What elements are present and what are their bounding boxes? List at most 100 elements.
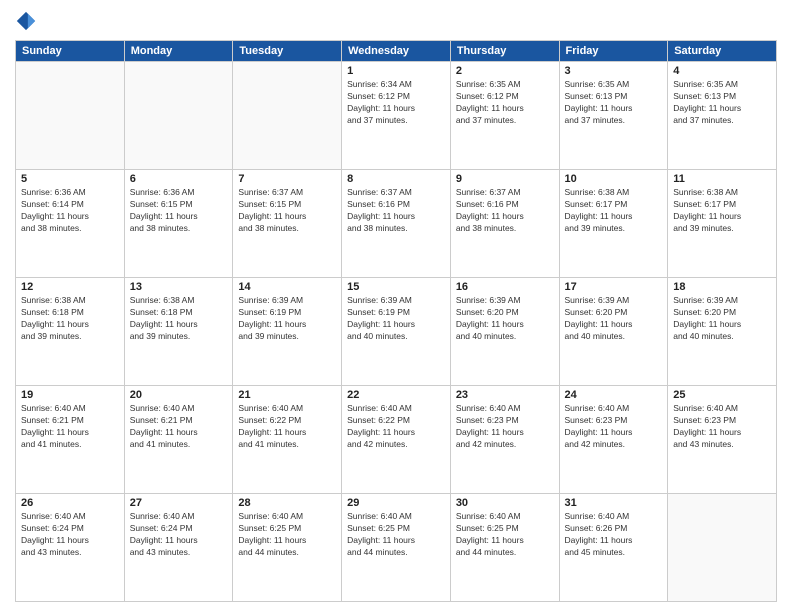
day-info: Sunrise: 6:40 AM Sunset: 6:25 PM Dayligh…: [456, 511, 554, 559]
day-number: 17: [565, 281, 663, 293]
calendar-cell: [233, 62, 342, 170]
day-info: Sunrise: 6:40 AM Sunset: 6:23 PM Dayligh…: [456, 403, 554, 451]
day-number: 26: [21, 497, 119, 509]
calendar-cell: 25Sunrise: 6:40 AM Sunset: 6:23 PM Dayli…: [668, 386, 777, 494]
day-info: Sunrise: 6:40 AM Sunset: 6:24 PM Dayligh…: [21, 511, 119, 559]
day-number: 20: [130, 389, 228, 401]
calendar-cell: 14Sunrise: 6:39 AM Sunset: 6:19 PM Dayli…: [233, 278, 342, 386]
day-number: 12: [21, 281, 119, 293]
calendar-cell: 4 Sunrise: 6:35 AM Sunset: 6:13 PM Daylig…: [668, 62, 777, 170]
day-info: Sunrise: 6:35 AM Sunset: 6:12 PM Dayligh…: [456, 79, 554, 127]
calendar-cell: 6 Sunrise: 6:36 AM Sunset: 6:15 PM Daylig…: [124, 170, 233, 278]
calendar-cell: 5 Sunrise: 6:36 AM Sunset: 6:14 PM Daylig…: [16, 170, 125, 278]
day-number: 15: [347, 281, 445, 293]
day-info: Sunrise: 6:39 AM Sunset: 6:20 PM Dayligh…: [673, 295, 771, 343]
calendar-cell: 2 Sunrise: 6:35 AM Sunset: 6:12 PM Daylig…: [450, 62, 559, 170]
day-info: Sunrise: 6:40 AM Sunset: 6:22 PM Dayligh…: [238, 403, 336, 451]
day-info: Sunrise: 6:39 AM Sunset: 6:20 PM Dayligh…: [456, 295, 554, 343]
day-info: Sunrise: 6:40 AM Sunset: 6:25 PM Dayligh…: [238, 511, 336, 559]
day-number: 18: [673, 281, 771, 293]
calendar-cell: 17 Sunrise: 6:39 AM Sunset: 6:20 PM Dayli…: [559, 278, 668, 386]
calendar-cell: 31 Sunrise: 6:40 AM Sunset: 6:26 PM Dayli…: [559, 494, 668, 602]
day-number: 27: [130, 497, 228, 509]
calendar-cell: 9 Sunrise: 6:37 AM Sunset: 6:16 PM Daylig…: [450, 170, 559, 278]
calendar-cell: 1 Sunrise: 6:34 AM Sunset: 6:12 PM Daylig…: [342, 62, 451, 170]
day-info: Sunrise: 6:38 AM Sunset: 6:17 PM Dayligh…: [673, 187, 771, 235]
day-number: 21: [238, 389, 336, 401]
calendar-cell: 19Sunrise: 6:40 AM Sunset: 6:21 PM Dayli…: [16, 386, 125, 494]
day-info: Sunrise: 6:37 AM Sunset: 6:16 PM Dayligh…: [456, 187, 554, 235]
calendar-week-0: 1 Sunrise: 6:34 AM Sunset: 6:12 PM Daylig…: [16, 62, 777, 170]
day-info: Sunrise: 6:40 AM Sunset: 6:21 PM Dayligh…: [130, 403, 228, 451]
weekday-header-wednesday: Wednesday: [342, 41, 451, 62]
calendar-cell: 23 Sunrise: 6:40 AM Sunset: 6:23 PM Dayli…: [450, 386, 559, 494]
calendar-cell: 30 Sunrise: 6:40 AM Sunset: 6:25 PM Dayli…: [450, 494, 559, 602]
day-number: 9: [456, 173, 554, 185]
weekday-header-sunday: Sunday: [16, 41, 125, 62]
day-number: 30: [456, 497, 554, 509]
day-info: Sunrise: 6:39 AM Sunset: 6:20 PM Dayligh…: [565, 295, 663, 343]
logo: [15, 10, 39, 32]
logo-icon: [15, 10, 37, 32]
day-info: Sunrise: 6:34 AM Sunset: 6:12 PM Dayligh…: [347, 79, 445, 127]
calendar-cell: 13Sunrise: 6:38 AM Sunset: 6:18 PM Dayli…: [124, 278, 233, 386]
day-number: 1: [347, 65, 445, 77]
weekday-header-thursday: Thursday: [450, 41, 559, 62]
day-number: 8: [347, 173, 445, 185]
calendar-cell: 7 Sunrise: 6:37 AM Sunset: 6:15 PM Daylig…: [233, 170, 342, 278]
day-info: Sunrise: 6:40 AM Sunset: 6:25 PM Dayligh…: [347, 511, 445, 559]
calendar-cell: 15 Sunrise: 6:39 AM Sunset: 6:19 PM Dayli…: [342, 278, 451, 386]
day-info: Sunrise: 6:39 AM Sunset: 6:19 PM Dayligh…: [347, 295, 445, 343]
day-number: 11: [673, 173, 771, 185]
day-number: 7: [238, 173, 336, 185]
day-info: Sunrise: 6:35 AM Sunset: 6:13 PM Dayligh…: [565, 79, 663, 127]
day-number: 23: [456, 389, 554, 401]
day-info: Sunrise: 6:38 AM Sunset: 6:17 PM Dayligh…: [565, 187, 663, 235]
calendar-week-3: 19 Sunrise: 6:40 AM Sunset: 6:21 PM Dayli…: [16, 386, 777, 494]
day-number: 4: [673, 65, 771, 77]
day-number: 2: [456, 65, 554, 77]
day-number: 10: [565, 173, 663, 185]
calendar-cell: 22 Sunrise: 6:40 AM Sunset: 6:22 PM Dayli…: [342, 386, 451, 494]
day-number: 16: [456, 281, 554, 293]
day-info: Sunrise: 6:39 AM Sunset: 6:19 PM Dayligh…: [238, 295, 336, 343]
calendar-cell: [16, 62, 125, 170]
weekday-header-monday: Monday: [124, 41, 233, 62]
calendar-cell: 10 Sunrise: 6:38 AM Sunset: 6:17 PM Dayli…: [559, 170, 668, 278]
day-info: Sunrise: 6:40 AM Sunset: 6:26 PM Dayligh…: [565, 511, 663, 559]
weekday-header-saturday: Saturday: [668, 41, 777, 62]
day-number: 19: [21, 389, 119, 401]
calendar-cell: 21 Sunrise: 6:40 AM Sunset: 6:22 PM Dayli…: [233, 386, 342, 494]
weekday-header-friday: Friday: [559, 41, 668, 62]
calendar-cell: 24 Sunrise: 6:40 AM Sunset: 6:23 PM Dayli…: [559, 386, 668, 494]
day-info: Sunrise: 6:40 AM Sunset: 6:22 PM Dayligh…: [347, 403, 445, 451]
calendar-week-2: 12 Sunrise: 6:38 AM Sunset: 6:18 PM Dayli…: [16, 278, 777, 386]
weekday-header-tuesday: Tuesday: [233, 41, 342, 62]
day-number: 6: [130, 173, 228, 185]
day-info: Sunrise: 6:38 AM Sunset: 6:18 PM Dayligh…: [130, 295, 228, 343]
calendar-table: SundayMondayTuesdayWednesdayThursdayFrid…: [15, 40, 777, 602]
calendar-cell: 20 Sunrise: 6:40 AM Sunset: 6:21 PM Dayli…: [124, 386, 233, 494]
calendar-cell: 3Sunrise: 6:35 AM Sunset: 6:13 PM Daylig…: [559, 62, 668, 170]
calendar-cell: [668, 494, 777, 602]
day-info: Sunrise: 6:35 AM Sunset: 6:13 PM Dayligh…: [673, 79, 771, 127]
weekday-header-row: SundayMondayTuesdayWednesdayThursdayFrid…: [16, 41, 777, 62]
page: SundayMondayTuesdayWednesdayThursdayFrid…: [0, 0, 792, 612]
calendar-week-1: 5 Sunrise: 6:36 AM Sunset: 6:14 PM Daylig…: [16, 170, 777, 278]
day-number: 24: [565, 389, 663, 401]
calendar-cell: 27Sunrise: 6:40 AM Sunset: 6:24 PM Dayli…: [124, 494, 233, 602]
day-number: 5: [21, 173, 119, 185]
day-info: Sunrise: 6:40 AM Sunset: 6:23 PM Dayligh…: [565, 403, 663, 451]
calendar-cell: 29Sunrise: 6:40 AM Sunset: 6:25 PM Dayli…: [342, 494, 451, 602]
calendar-week-4: 26 Sunrise: 6:40 AM Sunset: 6:24 PM Dayli…: [16, 494, 777, 602]
calendar-cell: 28Sunrise: 6:40 AM Sunset: 6:25 PM Dayli…: [233, 494, 342, 602]
day-info: Sunrise: 6:36 AM Sunset: 6:14 PM Dayligh…: [21, 187, 119, 235]
calendar-cell: 12Sunrise: 6:38 AM Sunset: 6:18 PM Dayli…: [16, 278, 125, 386]
calendar-cell: 11 Sunrise: 6:38 AM Sunset: 6:17 PM Dayli…: [668, 170, 777, 278]
day-info: Sunrise: 6:36 AM Sunset: 6:15 PM Dayligh…: [130, 187, 228, 235]
day-info: Sunrise: 6:40 AM Sunset: 6:23 PM Dayligh…: [673, 403, 771, 451]
day-number: 31: [565, 497, 663, 509]
calendar-cell: 16 Sunrise: 6:39 AM Sunset: 6:20 PM Dayli…: [450, 278, 559, 386]
day-number: 22: [347, 389, 445, 401]
day-info: Sunrise: 6:37 AM Sunset: 6:15 PM Dayligh…: [238, 187, 336, 235]
